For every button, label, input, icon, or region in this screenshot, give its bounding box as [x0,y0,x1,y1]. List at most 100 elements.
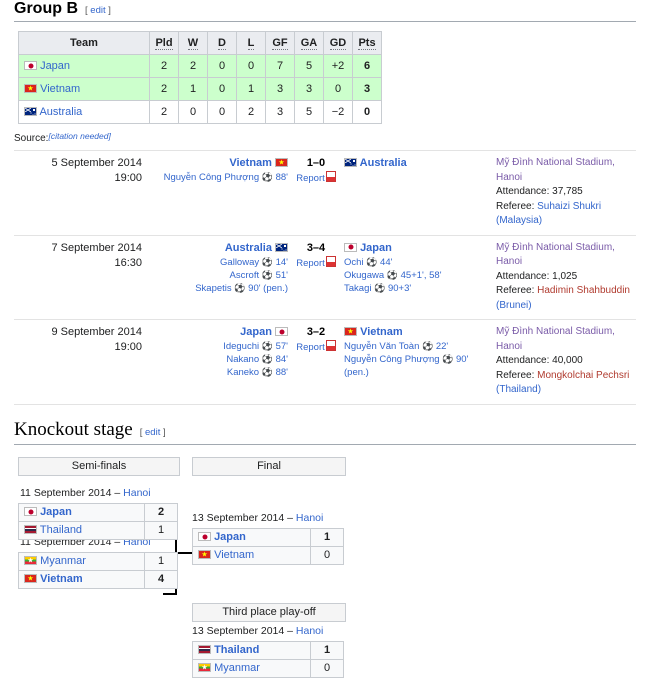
flag-icon-vietnam [344,327,357,336]
table-row: Australia 2 0 0 2 3 5 −2 0 [18,100,382,124]
home-team-link[interactable]: Japan [240,326,272,338]
scorer-entry: Ochi ⚽ 44' [344,256,393,268]
edit-section-knockout[interactable]: [ edit ] [140,427,166,438]
match-body: Australia 3–4 Japan Galloway ⚽ 14' Ascroft… [146,241,486,314]
flag-icon-japan [275,327,288,336]
round-header-semifinals: Semi-finals [18,456,180,476]
team-cell: Japan [18,54,150,78]
source-label: Source: [14,133,49,144]
match-body: Japan 3–2 VietnamIdeguchi ⚽ 57'Nakano ⚽ … [146,325,486,398]
knockout-score-cell: 0 [310,545,344,565]
venue-link[interactable]: Mỹ Đình National Stadium, Hanoi [496,241,636,270]
knockout-match-sf2: Myanmar 1 Vietnam 4 [18,551,178,589]
knockout-bottom-row: Vietnam 0 [192,545,344,565]
cell-l: 1 [236,77,266,101]
match-score: 1–0 [306,157,326,169]
team-link[interactable]: Vietnam [40,83,80,95]
goal-icon: ⚽ [366,256,378,267]
knockout-score-cell: 1 [310,640,344,660]
knockout-team-link[interactable]: Vietnam [214,549,254,561]
team-cell: Australia [18,100,150,124]
scorer-entry: Takagi ⚽ 90+3' [344,282,412,294]
referee-country-link[interactable]: (Brunei) [496,300,532,311]
referee: Referee: Hadimin Shahbuddin (Brunei) [496,285,630,311]
knockout-team-cell: Thailand [192,640,311,660]
knockout-team-cell: Myanmar [192,658,311,678]
match-teams: Vietnam 1–0 Australia [146,156,486,171]
cell-l: 0 [236,54,266,78]
home-team-link[interactable]: Vietnam [229,157,272,169]
col-gd: GD [323,31,353,55]
col-ga: GA [294,31,324,55]
report-link[interactable]: Report [296,258,325,269]
flag-icon-vietnam [24,84,37,93]
cell-w: 2 [178,54,208,78]
edit-section-group[interactable]: [ edit ] [85,5,111,16]
away-team-link[interactable]: Vietnam [360,326,403,338]
scorer-entry: Skapetis ⚽ 90' (pen.) [195,282,288,294]
referee-country-link[interactable]: (Thailand) [496,384,541,395]
report-link[interactable]: Report [296,342,325,353]
flag-icon-australia [275,242,288,252]
third-location-link[interactable]: Hanoi [296,625,323,637]
referee: Referee: Mongkolchai Pechsri (Thailand) [496,369,630,396]
knockout-team-link[interactable]: Thailand [214,644,259,656]
venue-link[interactable]: Mỹ Đình National Stadium, Hanoi [496,325,636,354]
knockout-team-link[interactable]: Japan [214,531,246,543]
goal-icon: ⚽ [261,341,273,351]
away-team: Vietnam [337,325,486,340]
knockout-title: Knockout stage [14,418,133,440]
match-scorers: Ideguchi ⚽ 57' Nakano ⚽ 84' Kaneko ⚽ 88' Re… [146,340,486,379]
scorer-entry: Nguyễn Công Phượng ⚽ 88' [163,172,288,183]
referee-name-link[interactable]: Mongkolchai Pechsri [537,370,629,381]
knockout-team-link[interactable]: Japan [40,506,72,518]
flag-icon-vietnam [198,550,211,559]
citation-needed-link[interactable]: [citation needed] [48,131,110,141]
scorer-entry: Galloway ⚽ 14' [220,256,288,268]
knockout-team-link[interactable]: Thailand [40,524,82,536]
venue-link[interactable]: Mỹ Đình National Stadium, Hanoi [496,156,636,185]
final-location-link[interactable]: Hanoi [296,512,323,524]
cell-pld: 2 [149,54,179,78]
cell-pld: 2 [149,100,179,124]
scorer-entry: Nakano ⚽ 84' [226,354,288,365]
away-team: Japan [337,241,486,256]
cell-gf: 3 [265,100,295,124]
team-link[interactable]: Australia [39,106,82,118]
knockout-team-link[interactable]: Myanmar [40,555,86,567]
referee-name-link[interactable]: Hadimin Shahbuddin [537,285,630,296]
knockout-team-link[interactable]: Myanmar [214,662,260,674]
away-scorers [337,171,486,185]
match-row: 5 September 2014 19:00 Vietnam 1–0 Austral… [14,150,636,236]
referee-country-link[interactable]: (Malaysia) [496,215,542,226]
report-link[interactable]: Report [296,173,325,184]
match-info: Mỹ Đình National Stadium, Hanoi Attendanc… [486,241,636,314]
home-team-link[interactable]: Australia [225,242,272,254]
report-cell: Report [295,340,337,379]
sf1-location-link[interactable]: Hanoi [123,487,150,499]
referee-name-link[interactable]: Suhaizi Shukri [537,201,601,212]
scorer-entry: Okugawa ⚽ 45+1', 58' [344,269,442,281]
col-pld: Pld [149,31,179,55]
round-header-third-place: Third place play-off [192,602,346,622]
group-standings-table: Team Pld W D L GF GA GD Pts Japan 2 2 0 0 7 5 +… [18,31,382,124]
match-scorers: Galloway ⚽ 14' Ascroft ⚽ 51' Skapetis ⚽ 90… [146,255,486,295]
match-time: 19:00 [114,341,142,353]
home-team: Australia [146,241,295,256]
goal-icon: ⚽ [422,341,434,351]
team-link[interactable]: Japan [40,60,70,72]
group-b-heading: Group B [ edit ] [0,0,650,21]
edit-link-label-knockout[interactable]: edit [145,427,160,438]
flag-icon-thailand [24,525,37,534]
away-team-link[interactable]: Australia [360,157,407,169]
knockout-team-link[interactable]: Vietnam [40,573,83,585]
match-score: 3–4 [306,241,326,254]
away-team-link[interactable]: Japan [360,242,392,254]
match-datetime: 5 September 2014 19:00 [14,156,146,229]
flag-icon-japan [24,61,37,70]
edit-link-label[interactable]: edit [90,5,105,16]
knockout-team-cell: Vietnam [192,545,311,565]
goal-icon: ⚽ [261,354,273,364]
flag-icon-japan [24,507,37,516]
knockout-team-cell: Thailand [18,520,145,540]
